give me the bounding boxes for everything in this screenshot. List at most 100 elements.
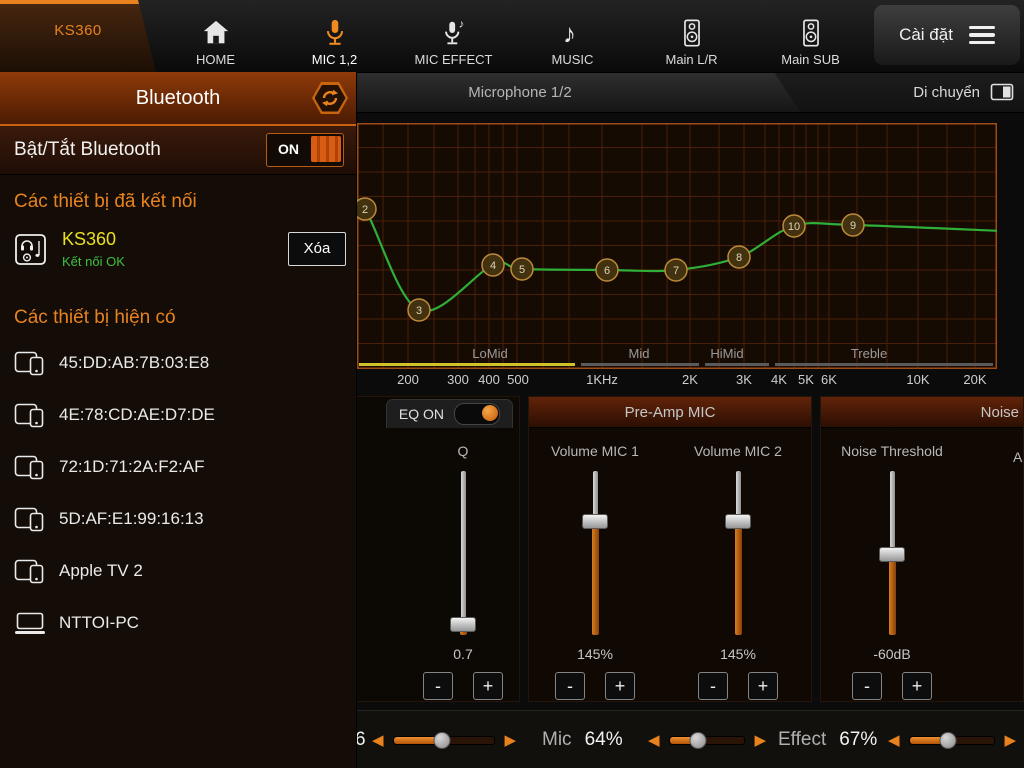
speaker-icon [677, 16, 707, 50]
refresh-button[interactable] [312, 82, 348, 114]
q-label: Q [403, 443, 523, 461]
svg-text:5: 5 [519, 264, 525, 276]
effect-slider-group: ◀ ▶ [888, 711, 1016, 768]
available-devices-header: Các thiết bị hiện có [14, 307, 342, 329]
volume-mic1-handle[interactable] [582, 514, 608, 529]
freq-label: 500 [507, 372, 529, 387]
nav-item-home[interactable]: HOME [156, 0, 275, 72]
arrow-left-icon[interactable]: ◀ [888, 733, 900, 748]
freq-label: 10K [906, 372, 929, 387]
q-slider-track[interactable] [461, 471, 466, 635]
move-label: Di chuyển [913, 84, 980, 101]
noise-title: Noise [821, 397, 1023, 428]
freq-label: 2K [682, 372, 698, 387]
arrow-left-icon[interactable]: ◀ [372, 733, 384, 748]
arrow-left-icon[interactable]: ◀ [648, 733, 660, 748]
bluetooth-device-icon [14, 452, 46, 482]
device-row[interactable]: 4E:78:CD:AE:D7:DE [0, 389, 356, 441]
device-row[interactable]: 5D:AF:E1:99:16:13 [0, 493, 356, 545]
device-row[interactable]: Apple TV 2 [0, 545, 356, 597]
mic-slider-handle[interactable] [690, 732, 707, 749]
nav-item-music[interactable]: ♪ MUSIC [513, 0, 632, 72]
bluetooth-device-icon [14, 400, 46, 430]
q-slider-handle[interactable] [450, 617, 476, 632]
noise-panel: Noise Noise Threshold -60dB - + A [820, 396, 1024, 702]
svg-text:9: 9 [850, 220, 856, 232]
move-button[interactable]: Di chuyển [913, 72, 1014, 112]
svg-text:8: 8 [736, 252, 742, 264]
music-note-icon: ♪ [558, 16, 588, 50]
volume-mic2-minus-button[interactable]: - [698, 672, 728, 700]
home-icon [201, 16, 231, 50]
device-row[interactable]: NTTOI-PC [0, 597, 356, 649]
toggle-knob-icon [311, 136, 341, 162]
nav-item-main-sub[interactable]: Main SUB [751, 0, 870, 72]
bluetooth-header: Bluetooth [0, 72, 356, 126]
volume-mic2-plus-button[interactable]: + [748, 672, 778, 700]
nav-label: MIC 1,2 [312, 52, 358, 67]
bluetooth-power-toggle[interactable]: ON [266, 133, 344, 167]
freq-label: 1KHz [586, 372, 618, 387]
noise-minus-button[interactable]: - [852, 672, 882, 700]
volume-mic1-plus-button[interactable]: + [605, 672, 635, 700]
effect-volume-value: 67% [839, 729, 877, 751]
noise-threshold-value: -60dB [832, 646, 952, 662]
svg-text:4: 4 [490, 260, 496, 272]
freq-label: 6K [821, 372, 837, 387]
bluetooth-device-icon [14, 504, 46, 534]
arrow-right-icon[interactable]: ▶ [504, 733, 516, 748]
topbar: KS360 HOME MIC 1,2 ♪ MIC EFFECT [0, 0, 1024, 73]
eq-on-toggle[interactable]: EQ ON [386, 399, 513, 428]
delete-device-button[interactable]: Xóa [288, 232, 346, 266]
svg-text:HiMid: HiMid [710, 346, 743, 361]
volume-mic2-track[interactable] [736, 471, 741, 635]
noise-threshold-track[interactable] [890, 471, 895, 635]
effect-slider[interactable] [909, 736, 996, 745]
connected-devices-header: Các thiết bị đã kết nối [14, 191, 342, 213]
volume-mic1-track[interactable] [593, 471, 598, 635]
svg-text:LoMid: LoMid [472, 346, 507, 361]
device-row[interactable]: 72:1D:71:2A:F2:AF [0, 441, 356, 493]
mic-slider[interactable] [669, 736, 746, 745]
nav-item-main-lr[interactable]: Main L/R [632, 0, 751, 72]
arrow-right-icon[interactable]: ▶ [754, 733, 766, 748]
q-minus-button[interactable]: - [423, 672, 453, 700]
svg-text:Treble: Treble [851, 346, 887, 361]
volume-mic2-handle[interactable] [725, 514, 751, 529]
arrow-right-icon[interactable]: ▶ [1004, 733, 1016, 748]
preamp-title: Pre-Amp MIC [529, 397, 811, 428]
mic-volume-value: 64% [585, 729, 623, 751]
settings-button[interactable]: Cài đặt [874, 5, 1020, 65]
connected-device-name: KS360 [62, 229, 125, 251]
pc-device-icon [14, 608, 46, 638]
settings-label: Cài đặt [899, 25, 953, 45]
eq-on-switch-icon [454, 403, 500, 425]
brand-tab[interactable]: KS360 [0, 0, 156, 72]
freq-axis: 200 300 400 500 1KHz 2K 3K 4K 5K 6K 10K … [357, 372, 997, 392]
volume-mic1-slider: Volume MIC 1 145% - + [535, 443, 655, 700]
music-slider-handle[interactable] [433, 732, 450, 749]
brand-label: KS360 [54, 22, 102, 39]
nav-item-mic-effect[interactable]: ♪ MIC EFFECT [394, 0, 513, 72]
volume-mic1-value: 145% [535, 646, 655, 662]
subwoofer-icon [796, 16, 826, 50]
bluetooth-device-icon [14, 348, 46, 378]
freq-label: 5K [798, 372, 814, 387]
effect-volume-label: Effect [778, 729, 826, 751]
eq-graph[interactable]: LoMidMidHiMidTreble2345678109 [357, 123, 997, 369]
nav-item-mic-12[interactable]: MIC 1,2 [275, 0, 394, 72]
noise-plus-button[interactable]: + [902, 672, 932, 700]
connected-device-row[interactable]: KS360 Kết nối OK Xóa [0, 221, 356, 277]
svg-text:♪: ♪ [458, 18, 464, 30]
connected-device-status: Kết nối OK [62, 254, 125, 269]
device-row[interactable]: 45:DD:AB:7B:03:E8 [0, 337, 356, 389]
music-slider[interactable] [393, 736, 496, 745]
effect-slider-handle[interactable] [939, 732, 956, 749]
svg-text:2: 2 [362, 204, 368, 216]
main-nav: HOME MIC 1,2 ♪ MIC EFFECT ♪ MUSIC [156, 0, 870, 72]
q-plus-button[interactable]: + [473, 672, 503, 700]
svg-text:6: 6 [604, 265, 610, 277]
nav-label: MUSIC [552, 52, 594, 67]
volume-mic1-minus-button[interactable]: - [555, 672, 585, 700]
noise-threshold-handle[interactable] [879, 547, 905, 562]
